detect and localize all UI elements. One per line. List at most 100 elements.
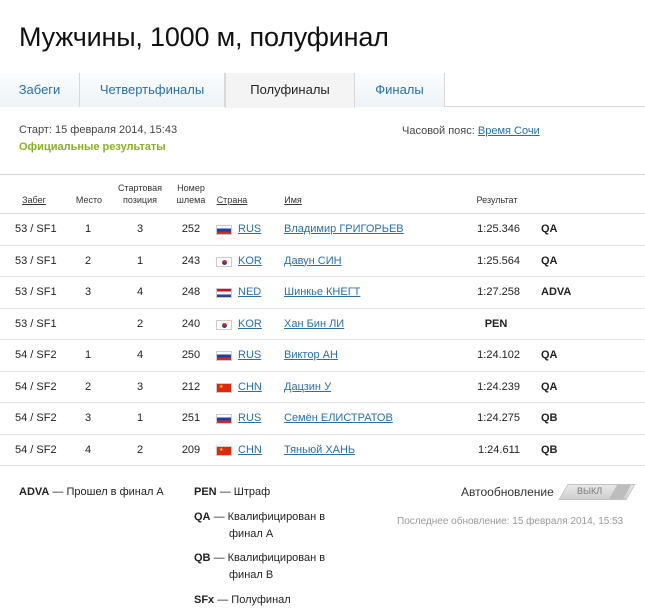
header-name[interactable]: Имя	[283, 195, 303, 206]
cell-country-link[interactable]: RUS	[238, 340, 261, 371]
cell-result: 1:25.346	[477, 223, 520, 235]
cell-athlete-link[interactable]: Хан Бин ЛИ	[284, 309, 344, 340]
cell-country-link[interactable]: CHN	[238, 372, 262, 403]
cell-helmet: 252	[181, 223, 201, 235]
cell-result: 1:25.564	[477, 254, 520, 267]
cell-place: 3	[84, 286, 92, 298]
tab-quarterfinals-label: Четвертьфиналы	[99, 82, 205, 97]
legend-pen-code: PEN	[194, 486, 217, 498]
tab-finals[interactable]: Финалы	[355, 73, 445, 107]
flag-rus-icon	[216, 414, 232, 424]
legend-adva-code: ADVA	[19, 486, 50, 498]
cell-helmet: 250	[181, 349, 201, 361]
cell-result: 1:24.275	[477, 412, 520, 424]
start-time: Старт: 15 февраля 2014, 15:43	[19, 124, 178, 136]
table-row: 54 / SF2 2 3 212 CHN Дацзин У 1:24.239 Q…	[0, 372, 645, 403]
cell-qualification: QA	[541, 223, 558, 235]
cell-qualification: QA	[541, 254, 558, 267]
legend-adva: ADVA — Прошел в финал А	[19, 484, 164, 501]
header-place: Место	[75, 195, 103, 205]
cell-athlete-link[interactable]: Шинкье КНЕГТ	[284, 277, 360, 308]
cell-qualification: QA	[541, 349, 558, 361]
cell-helmet: 248	[181, 286, 201, 298]
legend-qa: QA — Квалифицирован в	[194, 509, 325, 526]
cell-heat: 53 / SF1	[15, 317, 57, 330]
cell-place: 2	[84, 380, 92, 393]
cell-qualification: ADVA	[541, 286, 572, 298]
cell-place: 1	[84, 349, 92, 361]
cell-start-pos: 4	[136, 349, 144, 361]
tab-heats[interactable]: Забеги	[0, 73, 80, 107]
table-row: 53 / SF1 3 4 248 NED Шинкье КНЕГТ 1:27.2…	[0, 277, 645, 309]
table-row: 54 / SF2 3 1 251 RUS Семён ЕЛИСТРАТОВ 1:…	[0, 403, 645, 435]
cell-heat: 54 / SF2	[15, 412, 57, 424]
flag-kor-icon	[216, 319, 232, 330]
cell-country-link[interactable]: CHN	[238, 435, 262, 466]
cell-helmet: 212	[181, 380, 201, 393]
table-row: 54 / SF2 4 2 209 CHN Тяньюй ХАНЬ 1:24.61…	[0, 435, 645, 466]
cell-place: 1	[84, 223, 92, 235]
cell-result: 1:24.239	[477, 380, 520, 393]
tab-heats-label: Забеги	[18, 82, 61, 97]
table-row: 54 / SF2 1 4 250 RUS Виктор АН 1:24.102 …	[0, 340, 645, 372]
flag-chn-icon	[216, 445, 232, 456]
cell-heat: 54 / SF2	[15, 443, 57, 456]
cell-start-pos: 2	[136, 443, 144, 456]
legend-qb-code: QB	[194, 552, 211, 564]
cell-athlete-link[interactable]: Давун СИН	[284, 246, 342, 277]
tab-quarterfinals[interactable]: Четвертьфиналы	[80, 73, 225, 107]
cell-athlete-link[interactable]: Дацзин У	[284, 372, 331, 403]
cell-country-link[interactable]: RUS	[238, 403, 261, 434]
cell-place: 4	[84, 443, 92, 456]
flag-rus-icon	[216, 225, 232, 235]
legend-sfx: SFx — Полуфинал	[194, 592, 291, 609]
legend-sfx-text: — Полуфинал	[217, 594, 291, 606]
header-heat[interactable]: Забег	[20, 195, 48, 206]
timezone-label: Часовой пояс:	[402, 125, 475, 137]
cell-heat: 53 / SF1	[15, 223, 57, 235]
header-helmet-2: шлема	[176, 195, 206, 205]
official-results-label: Официальные результаты	[19, 141, 166, 153]
tab-bar: Забеги Четвертьфиналы Полуфиналы Финалы	[0, 73, 645, 108]
cell-athlete-link[interactable]: Семён ЕЛИСТРАТОВ	[284, 403, 393, 434]
cell-qualification: QB	[541, 443, 558, 456]
cell-athlete-link[interactable]: Тяньюй ХАНЬ	[284, 435, 355, 466]
cell-country-link[interactable]: KOR	[238, 309, 262, 340]
autoupdate-toggle[interactable]: ВЫКЛ	[558, 484, 636, 500]
flag-ned-icon	[216, 288, 232, 298]
cell-start-pos: 2	[136, 317, 144, 330]
legend-qb-cont: финал В	[229, 569, 274, 581]
cell-result: PEN	[484, 317, 508, 330]
cell-start-pos: 3	[136, 223, 144, 235]
cell-heat: 53 / SF1	[15, 286, 57, 298]
cell-country-link[interactable]: RUS	[238, 214, 261, 245]
cell-country-link[interactable]: NED	[238, 277, 261, 308]
cell-heat: 54 / SF2	[15, 349, 57, 361]
legend-qa-code: QA	[194, 511, 211, 523]
timezone-link[interactable]: Время Сочи	[478, 125, 540, 137]
header-country[interactable]: Страна	[215, 195, 249, 206]
legend-qb-text-1: — Квалифицирован в	[213, 552, 326, 564]
last-update: Последнее обновление: 15 февраля 2014, 1…	[397, 516, 624, 527]
cell-country-link[interactable]: KOR	[238, 246, 262, 277]
cell-athlete-link[interactable]: Виктор АН	[284, 340, 338, 371]
flag-rus-icon	[216, 351, 232, 361]
cell-result: 1:24.102	[477, 349, 520, 361]
legend-qb: QB — Квалифицирован в	[194, 550, 325, 567]
toggle-state: ВЫКЛ	[577, 486, 603, 496]
table-row: 53 / SF1 1 3 252 RUS Владимир ГРИГОРЬЕВ …	[0, 214, 645, 246]
legend-qa-text-1: — Квалифицирован в	[213, 511, 326, 523]
header-start-pos-1: Стартовая	[118, 183, 162, 193]
autoupdate-label: Автообновление	[461, 485, 554, 499]
legend-pen-text: — Штраф	[219, 486, 271, 498]
cell-result: 1:27.258	[477, 286, 520, 298]
cell-athlete-link[interactable]: Владимир ГРИГОРЬЕВ	[284, 214, 404, 245]
cell-start-pos: 1	[136, 254, 144, 267]
flag-kor-icon	[216, 256, 232, 267]
tab-semifinals-label: Полуфиналы	[250, 82, 330, 97]
cell-helmet: 243	[181, 254, 201, 267]
tab-semifinals[interactable]: Полуфиналы	[225, 73, 355, 108]
header-result: Результат	[476, 195, 518, 205]
cell-heat: 53 / SF1	[15, 254, 57, 267]
cell-place: 3	[84, 412, 92, 424]
